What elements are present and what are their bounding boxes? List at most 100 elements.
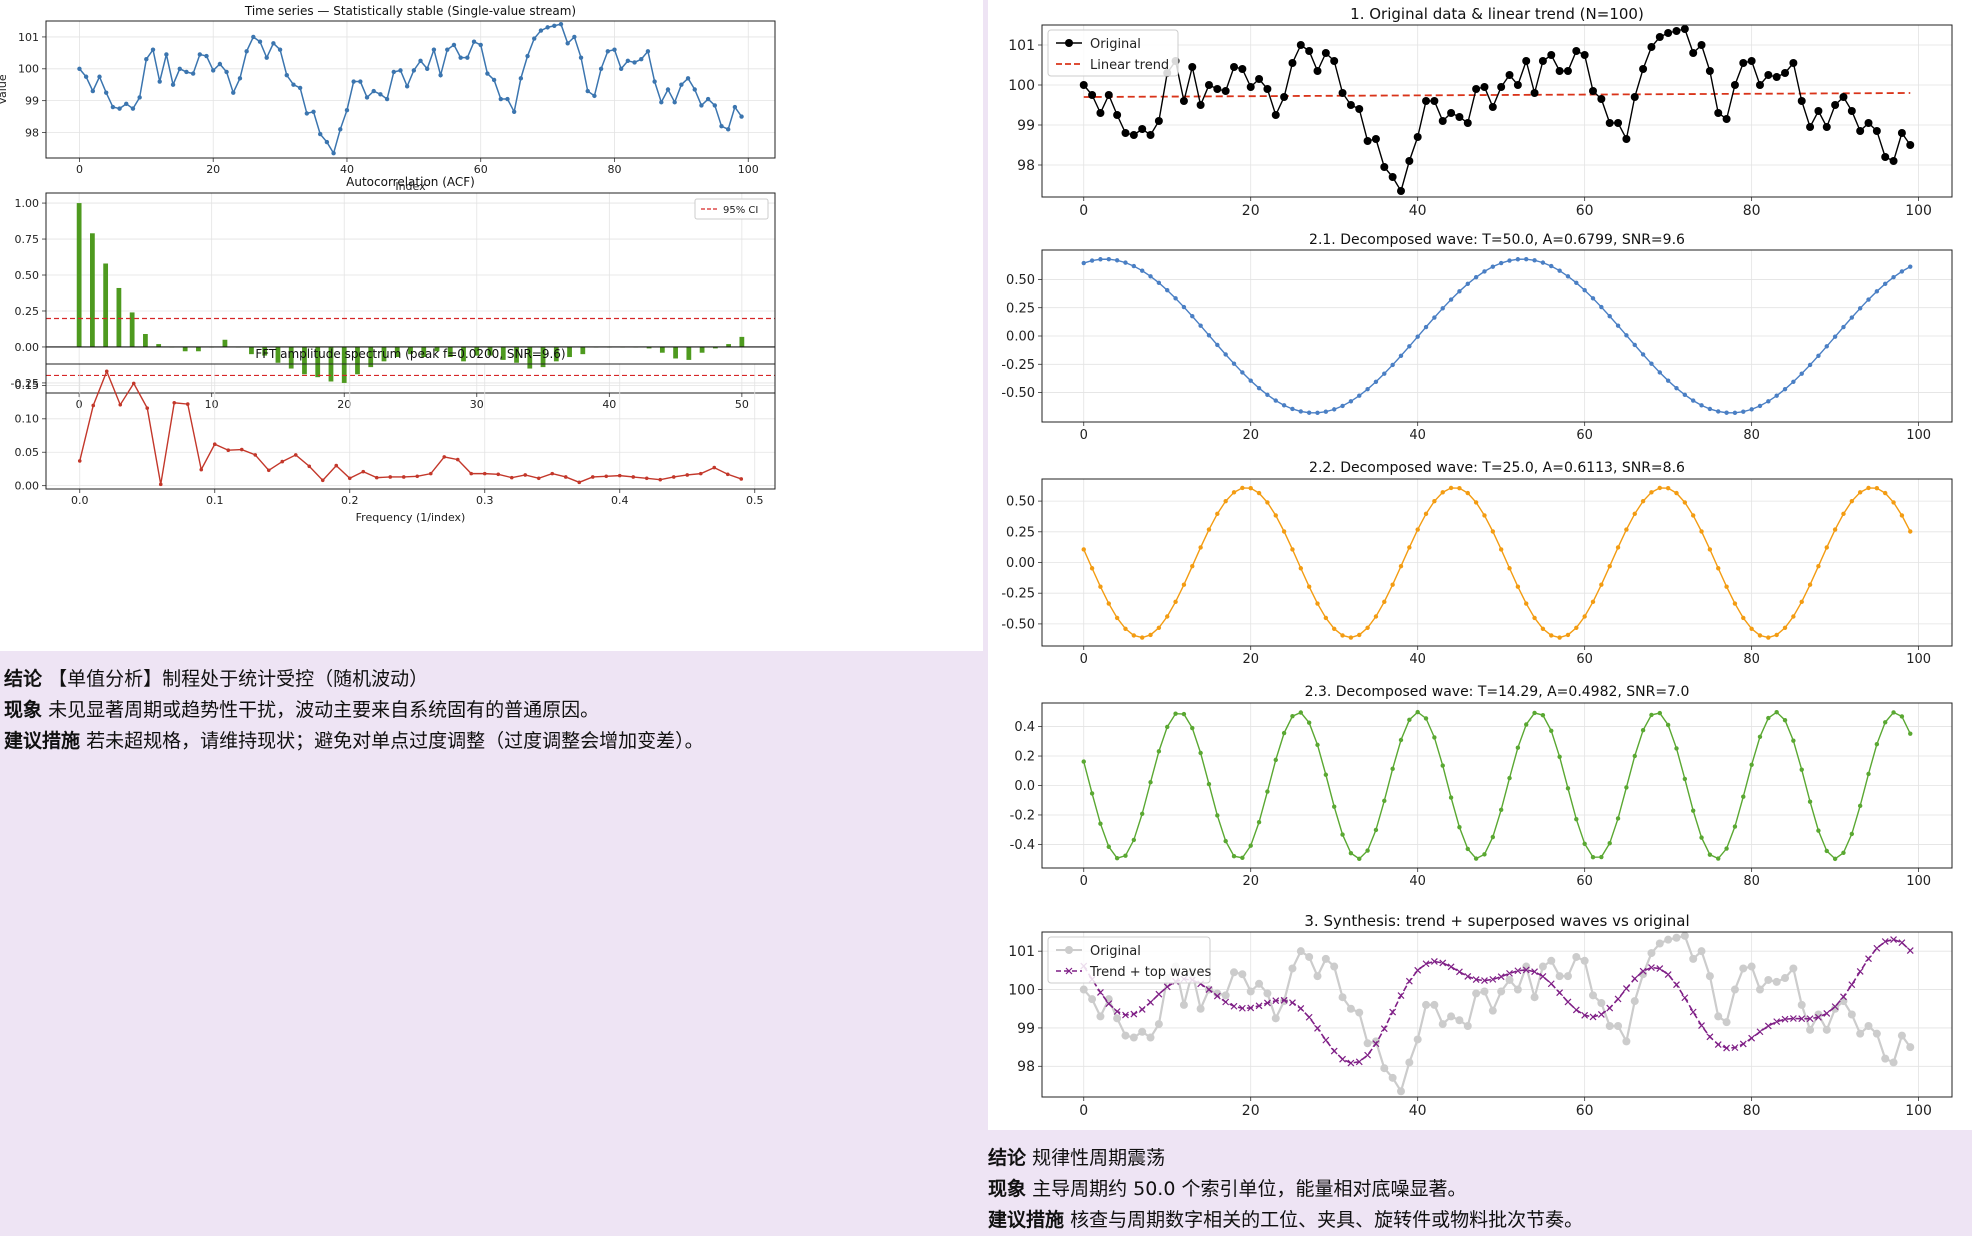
data-point (1724, 584, 1729, 589)
data-point (1582, 614, 1587, 619)
data-point (1605, 119, 1614, 127)
data-point (1831, 101, 1840, 109)
data-point (1373, 614, 1379, 619)
data-point (1339, 1055, 1346, 1063)
data-point (1599, 854, 1604, 860)
data-point (1631, 975, 1639, 983)
data-point (645, 49, 651, 54)
data-point (1415, 527, 1420, 532)
x-tick-label: 0 (76, 163, 83, 176)
data-point (1432, 735, 1437, 740)
data-point (1463, 1022, 1472, 1031)
data-point (1540, 712, 1546, 718)
chart-title: 2.2. Decomposed wave: T=25.0, A=0.6113, … (1309, 460, 1685, 476)
data-point (1908, 529, 1913, 534)
x-axis-label: Frequency (1/index) (356, 511, 466, 524)
data-point (130, 106, 136, 111)
data-point (1088, 91, 1097, 99)
data-point (1097, 989, 1104, 996)
data-point (1540, 260, 1546, 265)
data-point (1722, 1018, 1731, 1027)
data-point (118, 402, 123, 407)
data-point (131, 381, 136, 386)
acf-bar (249, 346, 254, 355)
data-point (1440, 306, 1445, 311)
legend-label: Linear trend (1090, 58, 1169, 73)
data-point (1739, 1040, 1747, 1048)
data-point (1524, 601, 1529, 606)
data-point (1572, 1006, 1580, 1014)
data-point (1139, 811, 1145, 816)
data-point (1864, 1022, 1873, 1031)
x-tick-label: 100 (1906, 652, 1931, 667)
data-point (1532, 258, 1537, 263)
data-point (1847, 1010, 1856, 1019)
data-point (1156, 625, 1162, 630)
data-point (1231, 361, 1237, 366)
data-point (1507, 258, 1512, 263)
data-point (671, 475, 676, 479)
data-point (525, 53, 530, 59)
legend-marker (1065, 39, 1073, 47)
data-point (1747, 57, 1756, 65)
data-point (1472, 85, 1481, 93)
data-point (1532, 615, 1537, 621)
x-tick-label: 40 (602, 398, 616, 411)
data-point (1079, 985, 1088, 994)
series-line (78, 23, 743, 156)
phenomenon-label: 现象 (988, 1178, 1027, 1200)
data-point (371, 88, 376, 94)
data-point (91, 403, 96, 408)
data-point (1873, 944, 1881, 952)
data-point (1423, 324, 1429, 330)
data-point (712, 465, 717, 470)
data-point (1271, 1014, 1280, 1023)
data-point (1757, 633, 1763, 638)
data-point (1772, 73, 1781, 81)
x-tick-label: 60 (1576, 203, 1594, 219)
data-point (1323, 615, 1329, 621)
data-point (1563, 972, 1572, 981)
data-point (1647, 949, 1656, 958)
data-point (1640, 498, 1646, 504)
data-point (1106, 601, 1111, 606)
data-point (1114, 855, 1120, 861)
acf-bar (567, 346, 572, 358)
data-point (1741, 615, 1746, 621)
x-tick-label: 0 (1080, 428, 1088, 443)
data-point (351, 79, 356, 84)
data-point (1457, 289, 1462, 294)
data-point (1256, 819, 1262, 825)
data-point (1131, 263, 1137, 269)
data-point (1196, 101, 1205, 109)
data-point (1681, 994, 1689, 1002)
data-point (1447, 1012, 1456, 1021)
data-point (1664, 971, 1672, 978)
data-point (1664, 935, 1673, 944)
data-point (304, 111, 310, 116)
data-point (1480, 987, 1489, 996)
data-point (144, 57, 149, 62)
data-point (1799, 767, 1804, 772)
data-point (103, 90, 109, 95)
data-point (1565, 632, 1571, 638)
chart-acf: 0 10 20 30 40 50-0.250.000.250.500.751.00Auto… (11, 175, 776, 411)
data-point (1673, 981, 1680, 989)
data-point (1866, 297, 1871, 302)
data-point (411, 68, 417, 73)
chart-title: Time series — Statistically stable (Sing… (244, 4, 576, 18)
y-tick-label: 101 (1008, 38, 1035, 54)
data-point (1832, 527, 1838, 532)
data-point (1322, 1036, 1330, 1044)
data-point (478, 42, 483, 48)
data-point (1121, 129, 1130, 137)
data-point (1632, 511, 1637, 517)
data-point (1298, 710, 1304, 715)
data-point (672, 100, 677, 105)
x-tick-label: 50 (735, 398, 749, 411)
data-point (1382, 599, 1387, 605)
x-tick-label: 20 (1242, 203, 1260, 219)
data-point (1657, 710, 1662, 716)
data-point (110, 104, 116, 110)
data-point (361, 469, 366, 474)
